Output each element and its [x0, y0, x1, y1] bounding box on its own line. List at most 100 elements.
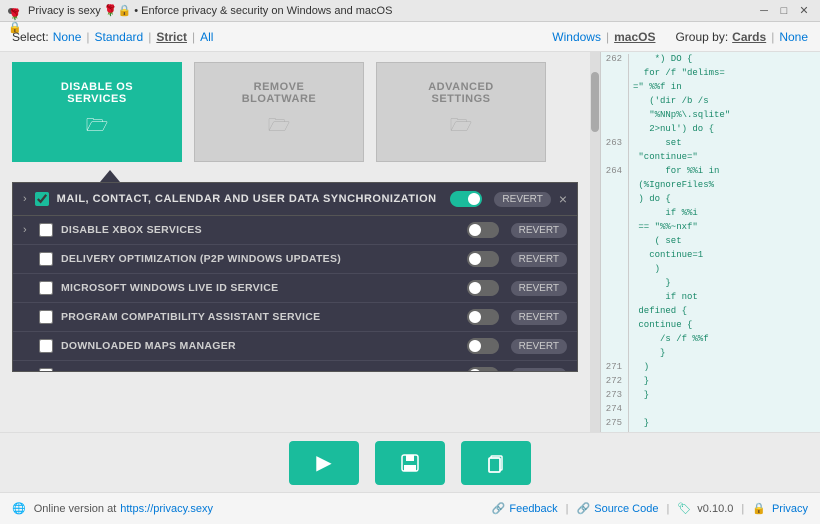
list-item: PROGRAM COMPATIBILITY ASSISTANT SERVICE … — [13, 303, 577, 332]
close-button[interactable]: ✕ — [796, 3, 812, 19]
card-remove-bloatware[interactable]: REMOVEBLOATWARE 🗁 — [194, 62, 364, 162]
save-button[interactable] — [375, 441, 445, 485]
list-item: MICROSOFT WINDOWS LIVE ID SERVICE REVERT — [13, 274, 577, 303]
item-revert-button[interactable]: REVERT — [511, 310, 567, 325]
dropdown-close-button[interactable]: × — [559, 191, 567, 207]
toggle-knob — [469, 369, 481, 371]
select-strict[interactable]: Strict — [156, 30, 187, 44]
card-remove-bloatware-label: REMOVEBLOATWARE — [234, 81, 325, 105]
item-checkbox[interactable] — [39, 281, 53, 295]
item-checkbox[interactable] — [39, 252, 53, 266]
expand-button[interactable]: › — [23, 193, 27, 205]
card-advanced-settings-icon: 🗁 — [450, 113, 472, 143]
app-icon: 🌹🔒 — [8, 4, 22, 18]
dropdown-panel: › MAIL, CONTACT, CALENDAR AND USER DATA … — [12, 182, 578, 372]
item-revert-button[interactable]: REVERT — [511, 252, 567, 267]
item-toggle[interactable] — [467, 280, 499, 296]
toggle-knob — [469, 311, 481, 323]
version-text: v0.10.0 — [697, 503, 733, 515]
os-windows[interactable]: Windows — [552, 30, 601, 44]
item-toggle[interactable] — [467, 367, 499, 371]
item-checkbox[interactable] — [39, 339, 53, 353]
item-revert-button[interactable]: REVERT — [511, 223, 567, 238]
source-code-link[interactable]: Source Code — [594, 503, 658, 515]
feedback-link[interactable]: Feedback — [509, 503, 557, 515]
item-revert-button[interactable]: REVERT — [511, 339, 567, 354]
expand-icon — [23, 340, 33, 352]
item-toggle[interactable] — [467, 222, 499, 238]
toggle-knob — [469, 224, 481, 236]
item-toggle[interactable] — [467, 309, 499, 325]
list-items: › DISABLE XBOX SERVICES REVERT DELIVERY … — [13, 216, 577, 371]
privacy-link[interactable]: Privacy — [772, 503, 808, 515]
item-checkbox[interactable] — [39, 223, 53, 237]
item-revert-button[interactable]: REVERT — [511, 281, 567, 296]
nav-bar: Select: None | Standard | Strict | All W… — [0, 22, 820, 52]
select-standard[interactable]: Standard — [95, 30, 144, 44]
item-checkbox[interactable] — [39, 310, 53, 324]
main-scrollbar[interactable] — [590, 52, 600, 432]
card-remove-bloatware-icon: 🗁 — [268, 113, 290, 143]
item-toggle[interactable] — [467, 251, 499, 267]
title-bar: 🌹🔒 Privacy is sexy 🌹🔒 • Enforce privacy … — [0, 0, 820, 22]
source-icon: 🔗 — [577, 502, 591, 515]
item-label: DELIVERY OPTIMIZATION (P2P WINDOWS UPDAT… — [61, 253, 467, 265]
main-area: DISABLE OSSERVICES 🗁 REMOVEBLOATWARE 🗁 A… — [0, 52, 820, 432]
expand-icon[interactable]: › — [23, 224, 33, 236]
list-item: MICROSOFT RETAIL DEMO EXPERIENCE REVERT — [13, 361, 577, 371]
item-toggle[interactable] — [467, 338, 499, 354]
dropdown-checkbox[interactable] — [35, 192, 49, 206]
cards-row: DISABLE OSSERVICES 🗁 REMOVEBLOATWARE 🗁 A… — [12, 62, 578, 162]
toggle-knob — [469, 253, 481, 265]
minimize-button[interactable]: ─ — [756, 3, 772, 19]
toggle-knob — [468, 193, 480, 205]
item-checkbox[interactable] — [39, 368, 53, 371]
dropdown-pointer — [100, 170, 120, 182]
card-advanced-settings[interactable]: ADVANCEDSETTINGS 🗁 — [376, 62, 546, 162]
group-cards[interactable]: Cards — [732, 30, 766, 44]
dropdown-title: MAIL, CONTACT, CALENDAR AND USER DATA SY… — [57, 193, 451, 205]
run-button[interactable]: ▶ — [289, 441, 359, 485]
dropdown-header: › MAIL, CONTACT, CALENDAR AND USER DATA … — [13, 183, 577, 216]
expand-icon — [23, 369, 33, 371]
item-label: PROGRAM COMPATIBILITY ASSISTANT SERVICE — [61, 311, 467, 323]
copy-button[interactable] — [461, 441, 531, 485]
scrollbar-thumb[interactable] — [591, 72, 599, 132]
group-by-label: Group by: — [675, 30, 728, 44]
expand-icon — [23, 253, 33, 265]
lock-icon: 🔒 — [752, 502, 766, 515]
os-selector: Windows | macOS — [552, 30, 655, 44]
feedback-icon: 🔗 — [492, 502, 506, 515]
expand-icon — [23, 282, 33, 294]
window-title: Privacy is sexy 🌹🔒 • Enforce privacy & s… — [28, 4, 756, 17]
group-none[interactable]: None — [779, 30, 808, 44]
expand-icon — [23, 311, 33, 323]
select-none[interactable]: None — [53, 30, 82, 44]
card-disable-os-icon: 🗁 — [86, 113, 108, 143]
select-all[interactable]: All — [200, 30, 213, 44]
code-area: 262 *) DO { for /f "delims= =" %%f in ('… — [601, 52, 820, 432]
online-url[interactable]: https://privacy.sexy — [120, 503, 213, 515]
list-item: DOWNLOADED MAPS MANAGER REVERT — [13, 332, 577, 361]
dropdown-toggle[interactable] — [450, 191, 482, 207]
item-revert-button[interactable]: REVERT — [511, 368, 567, 372]
item-label: DISABLE XBOX SERVICES — [61, 224, 467, 236]
globe-icon: 🌐 — [12, 502, 26, 515]
list-item: DELIVERY OPTIMIZATION (P2P WINDOWS UPDAT… — [13, 245, 577, 274]
os-macos[interactable]: macOS — [614, 30, 655, 44]
list-item: › DISABLE XBOX SERVICES REVERT — [13, 216, 577, 245]
left-panel: DISABLE OSSERVICES 🗁 REMOVEBLOATWARE 🗁 A… — [0, 52, 590, 432]
maximize-button[interactable]: □ — [776, 3, 792, 19]
item-label: MICROSOFT RETAIL DEMO EXPERIENCE — [61, 369, 467, 371]
item-label: DOWNLOADED MAPS MANAGER — [61, 340, 467, 352]
window-controls: ─ □ ✕ — [756, 3, 812, 19]
footer: 🌐 Online version at https://privacy.sexy… — [0, 492, 820, 524]
item-label: MICROSOFT WINDOWS LIVE ID SERVICE — [61, 282, 467, 294]
card-advanced-settings-label: ADVANCEDSETTINGS — [420, 81, 502, 105]
dropdown-revert-button[interactable]: REVERT — [494, 192, 550, 207]
tag-icon: 🏷 — [677, 502, 691, 515]
toggle-knob — [469, 340, 481, 352]
card-disable-os[interactable]: DISABLE OSSERVICES 🗁 — [12, 62, 182, 162]
toggle-knob — [469, 282, 481, 294]
online-text: Online version at — [34, 503, 117, 515]
